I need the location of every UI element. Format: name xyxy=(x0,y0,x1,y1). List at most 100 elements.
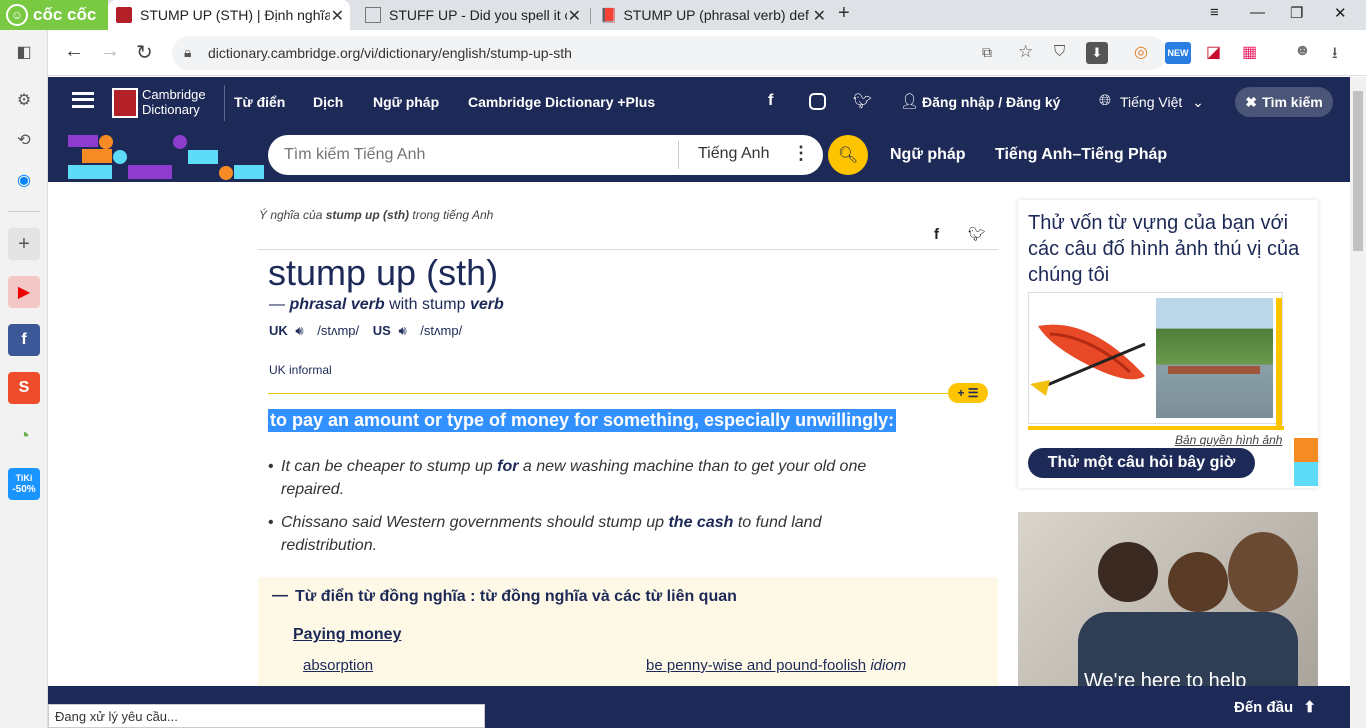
extension-chrome-icon[interactable]: ◎ xyxy=(1134,42,1148,62)
shopee-icon[interactable]: S xyxy=(8,372,40,404)
youtube-icon[interactable]: ▶ xyxy=(8,276,40,308)
hamburger-menu-icon[interactable] xyxy=(72,92,94,108)
banner-ad[interactable]: We're here to help xyxy=(1018,512,1318,686)
tab-separator xyxy=(590,8,591,24)
thesaurus-group-link[interactable]: Paying money xyxy=(293,626,401,644)
kayak-image xyxy=(1030,296,1152,416)
thesaurus-title[interactable]: Từ điển từ đồng nghĩa : từ đồng nghĩa và… xyxy=(295,588,737,606)
thesaurus-link-penny-wise[interactable]: be penny-wise and pound-foolish xyxy=(646,657,866,674)
new-tab-icon[interactable]: + xyxy=(838,2,850,25)
browser-toolbar: ← → ↻ 🔒︎ dictionary.cambridge.org/vi/dic… xyxy=(48,30,1366,76)
quiz-text: Thử vốn từ vựng của bạn với các câu đố h… xyxy=(1028,212,1300,286)
decor-orange xyxy=(1294,438,1318,462)
instagram-icon[interactable] xyxy=(809,93,826,110)
back-to-top-label: Đến đầu xyxy=(1234,699,1294,716)
headword: stump up (sth) xyxy=(268,252,499,293)
yellow-accent xyxy=(1276,298,1282,430)
browser-brand-label: cốc cốc xyxy=(33,5,97,24)
close-tab-icon[interactable]: ✕ xyxy=(568,6,581,26)
page-favicon-icon xyxy=(365,7,381,23)
sense-rule xyxy=(268,393,988,394)
close-tab-icon[interactable]: ✕ xyxy=(813,6,826,26)
person-head xyxy=(1228,532,1298,612)
window-close-icon[interactable]: ✕ xyxy=(1334,4,1347,22)
language-selector[interactable]: Tiếng Việt ⌄ xyxy=(1120,94,1204,111)
profile-avatar-icon[interactable]: ☻ xyxy=(1294,42,1311,60)
facebook-icon[interactable]: f xyxy=(8,324,40,356)
tab-title: STUMP UP (phrasal verb) defi xyxy=(623,7,810,23)
maximize-icon[interactable]: ❐ xyxy=(1290,4,1303,22)
user-icon[interactable]: 👤︎ xyxy=(900,92,919,110)
quick-link-grammar[interactable]: Ngữ pháp xyxy=(890,146,966,164)
definition: to pay an amount or type of money for so… xyxy=(268,409,897,432)
scrollbar-thumb[interactable] xyxy=(1353,91,1363,251)
back-arrow-icon[interactable]: ← xyxy=(64,40,84,63)
url-text[interactable]: dictionary.cambridge.org/vi/dictionary/e… xyxy=(208,45,572,61)
sidebar-toggle-icon[interactable]: ◧ xyxy=(8,36,40,68)
tiki-icon[interactable]: TiKi -50% xyxy=(8,468,40,500)
tab-menu-icon[interactable]: ≡ xyxy=(1210,4,1219,21)
tab-title: STUMP UP (STH) | Định nghĩa xyxy=(140,7,330,23)
history-icon[interactable]: ⟲ xyxy=(8,124,40,156)
nav-dictionary[interactable]: Từ điển xyxy=(234,94,285,110)
arrow-up-circle-icon: ⬆ xyxy=(1303,699,1316,716)
site-logo[interactable]: Cambridge Dictionary xyxy=(142,87,206,117)
tab-stuff-up[interactable]: STUFF UP - Did you spell it co ✕ xyxy=(357,0,587,30)
us-audio-icon[interactable]: 🔊︎ xyxy=(398,323,406,338)
uk-audio-icon[interactable]: 🔊︎ xyxy=(295,323,303,338)
page-scrollbar[interactable] xyxy=(1350,77,1366,728)
close-tab-icon[interactable]: ✕ xyxy=(331,6,344,26)
us-label: US xyxy=(372,323,391,338)
twitter-icon[interactable]: 🐦︎ xyxy=(853,92,872,110)
part-of-speech: — phrasal verb with stump verb xyxy=(269,296,504,314)
more-options-icon[interactable]: ⋮ xyxy=(792,143,810,164)
share-twitter-icon[interactable]: 🐦︎ xyxy=(968,226,986,243)
pos-verb[interactable]: verb xyxy=(470,296,504,313)
copyright-link[interactable]: Bản quyền hình ảnh xyxy=(1175,433,1282,447)
shield-icon[interactable]: ⛉ xyxy=(1054,43,1065,60)
nav-translate[interactable]: Dịch xyxy=(313,94,343,110)
download-box-icon[interactable]: ⬇ xyxy=(1086,42,1108,64)
site-header: Cambridge Dictionary Từ điển Dịch Ngữ ph… xyxy=(48,77,1350,129)
coccoc-map-icon[interactable]: ◔ xyxy=(8,420,40,452)
quick-link-english-french[interactable]: Tiếng Anh–Tiếng Pháp xyxy=(995,146,1167,164)
share-facebook-icon[interactable]: f xyxy=(934,226,939,243)
address-bar[interactable]: 🔒︎ dictionary.cambridge.org/vi/dictionar… xyxy=(172,36,1167,70)
browser-sidebar: ◧ ⚙ ⟲ ◉ + ▶ f S ◔ TiKi -50% xyxy=(0,30,48,728)
facebook-icon[interactable]: f xyxy=(768,92,773,110)
collapse-icon[interactable]: — xyxy=(272,587,288,605)
extension-color-grid-icon[interactable]: ▦ xyxy=(1242,42,1257,62)
nav-grammar[interactable]: Ngữ pháp xyxy=(373,94,439,110)
tab-stump-up-phrasal[interactable]: 📕 STUMP UP (phrasal verb) defi ✕ xyxy=(592,0,832,30)
search-input[interactable] xyxy=(284,143,664,167)
login-link[interactable]: Đăng nhập / Đăng ký xyxy=(922,94,1060,110)
tab-stump-up-sth[interactable]: STUMP UP (STH) | Định nghĩa ✕ xyxy=(108,0,350,30)
pos-dash: — xyxy=(269,296,285,313)
search-toggle-button[interactable]: ✖ Tìm kiếm xyxy=(1235,87,1333,117)
decorative-shapes xyxy=(68,135,264,180)
thesaurus-link-absorption[interactable]: absorption xyxy=(303,657,373,674)
try-quiz-button[interactable]: Thử một câu hỏi bây giờ xyxy=(1028,448,1255,478)
extension-red-icon[interactable]: ◪ xyxy=(1206,42,1221,62)
search-button[interactable]: 🔍︎ xyxy=(828,135,868,175)
messenger-icon[interactable]: ◉ xyxy=(8,164,40,196)
cambridge-shield-icon[interactable] xyxy=(112,88,138,118)
add-to-list-button[interactable]: + ☰ xyxy=(948,383,988,403)
translate-icon[interactable]: ⧉ xyxy=(982,44,992,61)
add-sidebar-app-icon[interactable]: + xyxy=(8,228,40,260)
reload-icon[interactable]: ↻ xyxy=(136,40,153,65)
back-to-top-link[interactable]: Đến đầu ⬆ xyxy=(1234,698,1316,716)
bookmark-star-icon[interactable]: ☆ xyxy=(1018,42,1033,62)
browser-brand[interactable]: ☺ cốc cốc xyxy=(0,0,108,30)
coccoc-logo-icon: ☺ xyxy=(6,4,28,26)
logo-line1: Cambridge xyxy=(142,87,206,102)
forward-arrow-icon[interactable]: → xyxy=(100,40,120,63)
new-extension-badge[interactable]: NEW xyxy=(1165,42,1191,64)
settings-gear-icon[interactable]: ⚙ xyxy=(8,84,40,116)
search-language-selector[interactable]: Tiếng Anh xyxy=(698,145,769,163)
minimize-icon[interactable]: — xyxy=(1250,4,1265,21)
downloads-icon[interactable]: ⭳ xyxy=(1332,42,1338,69)
globe-icon[interactable]: 🌐︎ xyxy=(1099,92,1111,109)
nav-plus[interactable]: Cambridge Dictionary +Plus xyxy=(468,94,655,110)
pos-label[interactable]: phrasal verb xyxy=(289,296,384,313)
